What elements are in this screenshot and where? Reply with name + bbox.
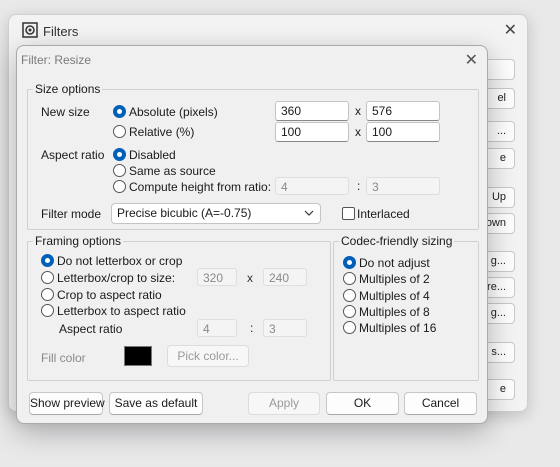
do-not-letterbox-label[interactable]: Do not letterbox or crop [57,254,182,268]
absolute-height-field[interactable]: 576 [366,101,440,121]
codec-multiples-4-label[interactable]: Multiples of 4 [359,289,430,303]
aspect-disabled-label[interactable]: Disabled [129,148,176,162]
codec-multiples-4-radio[interactable] [343,289,356,302]
filter-mode-value: Precise bicubic (A=-0.75) [117,206,252,220]
fill-color-swatch [124,346,152,366]
new-size-label: New size [41,105,90,119]
letterbox-height-field[interactable]: 240 [263,268,307,286]
letterbox-width-field[interactable]: 320 [197,268,237,286]
times-sign: x [355,125,361,139]
crop-aspect-radio[interactable] [41,288,54,301]
compute-height-label[interactable]: Compute height from ratio: [129,180,271,194]
ok-button[interactable]: OK [326,392,399,415]
codec-do-not-adjust-radio[interactable] [343,256,356,269]
absolute-width-field[interactable]: 360 [275,101,349,121]
dialog-close-icon[interactable]: ✕ [465,50,478,70]
framing-ratio-a-field[interactable]: 4 [197,319,237,337]
codec-multiples-8-label[interactable]: Multiples of 8 [359,305,430,319]
codec-multiples-8-radio[interactable] [343,305,356,318]
absolute-radio[interactable] [113,105,126,118]
filters-window-title: Filters [43,24,79,39]
ratio-colon: : [357,179,361,193]
show-preview-button[interactable]: Show preview [29,392,105,415]
filter-mode-label: Filter mode [41,207,102,221]
codec-multiples-16-label[interactable]: Multiples of 16 [359,321,436,335]
letterbox-crop-radio[interactable] [41,271,54,284]
fill-color-label: Fill color [41,351,86,365]
dialog-title: Filter: Resize [21,53,92,67]
letterbox-aspect-label[interactable]: Letterbox to aspect ratio [57,304,186,318]
absolute-label[interactable]: Absolute (pixels) [129,105,218,119]
crop-aspect-label[interactable]: Crop to aspect ratio [57,288,162,302]
chevron-down-icon [304,210,314,216]
codec-multiples-2-radio[interactable] [343,272,356,285]
ratio-a-field[interactable]: 4 [275,177,349,195]
aspect-disabled-radio[interactable] [113,148,126,161]
framing-ratio-colon: : [250,321,254,335]
compute-height-radio[interactable] [113,180,126,193]
relative-radio[interactable] [113,125,126,138]
filters-close-icon[interactable]: ✕ [504,20,517,40]
framing-options-legend: Framing options [35,234,122,248]
letterbox-crop-label[interactable]: Letterbox/crop to size: [57,271,175,285]
same-as-source-label[interactable]: Same as source [129,164,216,178]
filters-app-icon [22,22,38,38]
aspect-ratio-label: Aspect ratio [41,148,105,162]
relative-label[interactable]: Relative (%) [129,125,194,139]
save-as-default-button[interactable]: Save as default [109,392,203,415]
pick-color-button[interactable]: Pick color... [167,345,249,367]
framing-aspect-ratio-label: Aspect ratio [59,322,123,336]
relative-height-field[interactable]: 100 [366,122,440,142]
size-options-legend: Size options [35,82,101,96]
codec-multiples-2-label[interactable]: Multiples of 2 [359,272,430,286]
relative-width-field[interactable]: 100 [275,122,349,142]
times-sign: x [247,271,253,285]
same-as-source-radio[interactable] [113,164,126,177]
ratio-b-field[interactable]: 3 [366,177,440,195]
apply-button[interactable]: Apply [248,392,320,415]
codec-multiples-16-radio[interactable] [343,321,356,334]
interlaced-label[interactable]: Interlaced [357,207,410,221]
filter-mode-select[interactable]: Precise bicubic (A=-0.75) [111,203,321,224]
do-not-letterbox-radio[interactable] [41,254,54,267]
times-sign: x [355,104,361,118]
interlaced-checkbox[interactable] [342,207,355,220]
resize-dialog: Filter: Resize ✕ Size options New size A… [16,45,488,424]
codec-do-not-adjust-label[interactable]: Do not adjust [359,256,430,270]
letterbox-aspect-radio[interactable] [41,304,54,317]
cancel-button[interactable]: Cancel [404,392,477,415]
codec-sizing-legend: Codec-friendly sizing [341,234,453,248]
framing-ratio-b-field[interactable]: 3 [263,319,307,337]
